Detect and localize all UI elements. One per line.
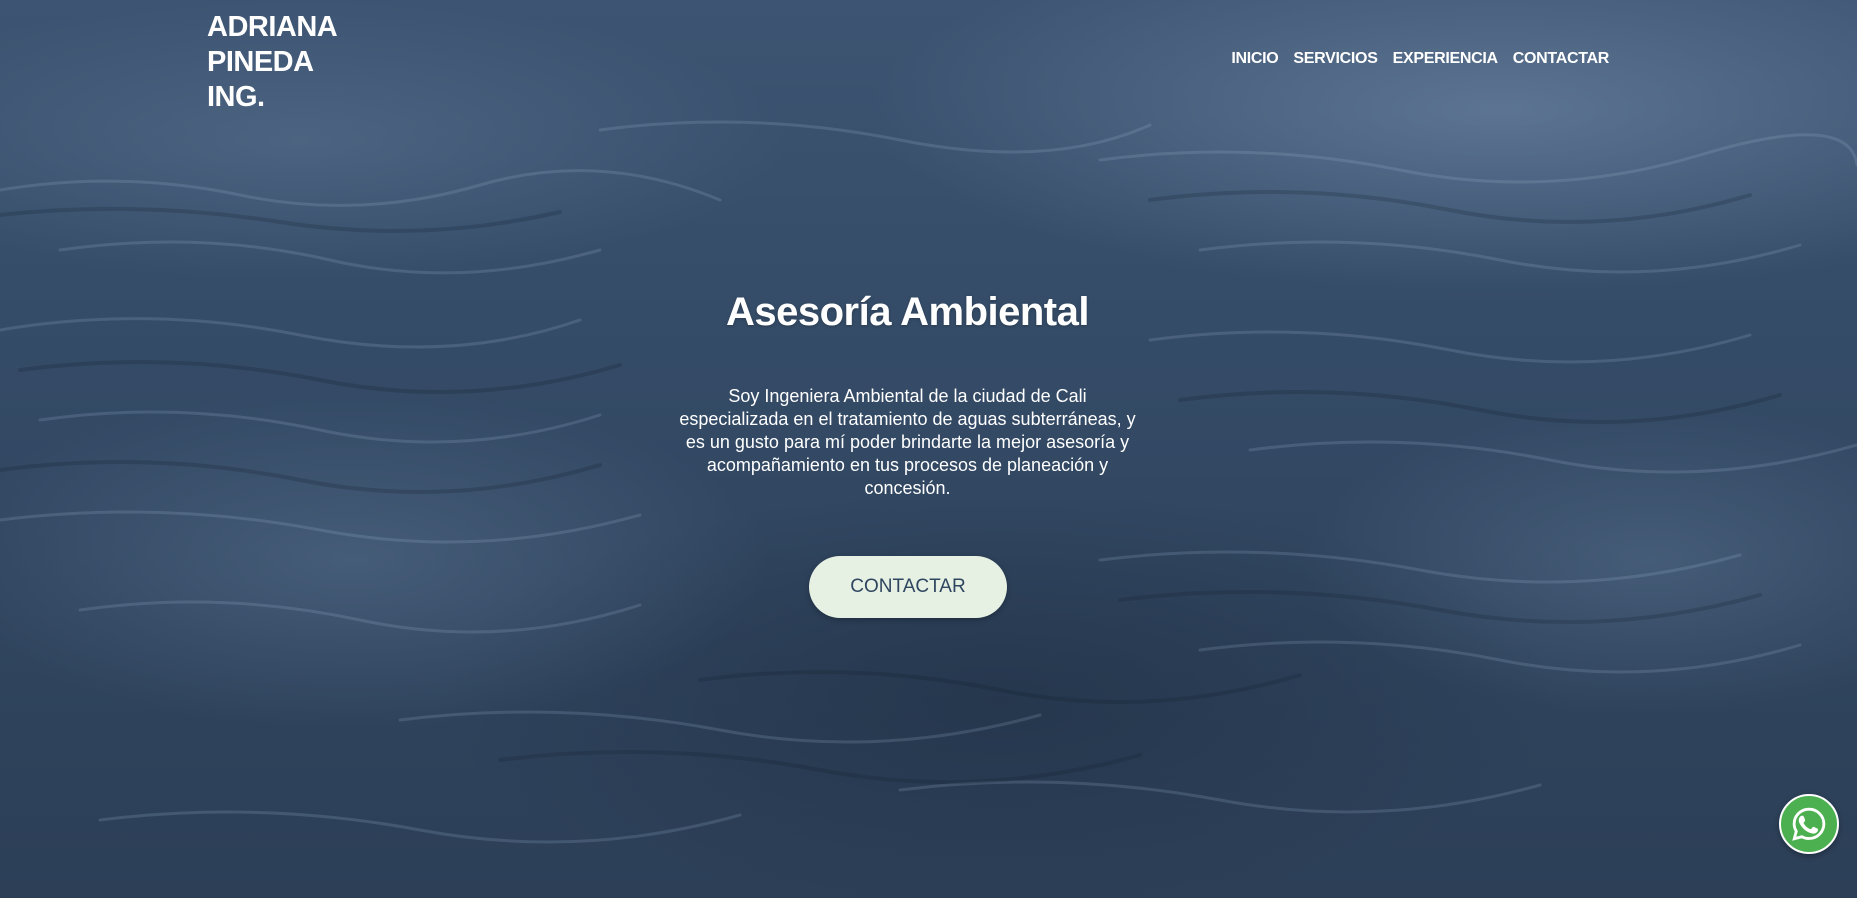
hero-title: Asesoría Ambiental <box>726 290 1089 334</box>
nav-item-inicio[interactable]: INICIO <box>1231 50 1278 68</box>
nav-item-servicios[interactable]: SERVICIOS <box>1293 50 1377 68</box>
logo-line-1: ADRIANA <box>207 11 338 43</box>
hero-section: Asesoría Ambiental Soy Ingeniera Ambient… <box>0 290 1815 500</box>
site-logo[interactable]: ADRIANA PINEDA ING. <box>207 10 407 115</box>
nav-item-experiencia[interactable]: EXPERIENCIA <box>1393 50 1498 68</box>
hero-description: Soy Ingeniera Ambiental de la ciudad de … <box>679 386 1136 498</box>
logo-line-2: PINEDA <box>207 46 314 78</box>
logo-line-3: ING. <box>207 81 265 113</box>
nav-item-contactar[interactable]: CONTACTAR <box>1513 50 1610 68</box>
whatsapp-button[interactable] <box>1779 794 1839 854</box>
whatsapp-icon <box>1792 807 1826 841</box>
contact-button[interactable]: CONTACTAR <box>809 556 1007 618</box>
main-nav: INICIO SERVICIOS EXPERIENCIA CONTACTAR <box>1231 50 1609 68</box>
